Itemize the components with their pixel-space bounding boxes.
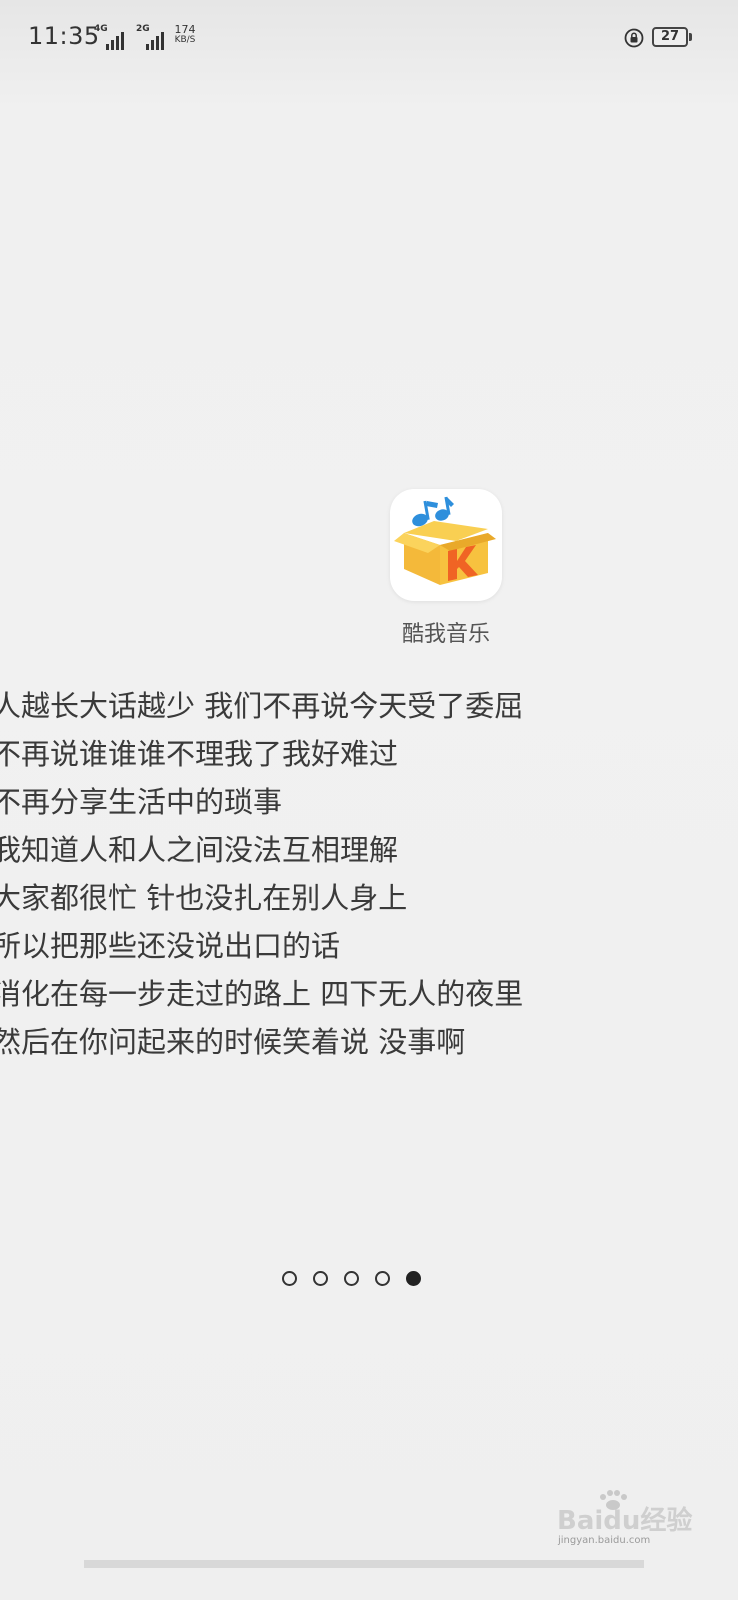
signal-4g-group: 4G — [94, 24, 130, 50]
kuwo-music-app-icon[interactable] — [390, 489, 502, 601]
signal-2g-group: 2G — [136, 24, 166, 50]
page-dot[interactable] — [375, 1271, 390, 1286]
battery-tip — [689, 33, 692, 41]
battery-icon: 27 — [652, 27, 688, 47]
signal-strength-icon — [106, 32, 124, 50]
lyric-line: 消化在每一步走过的路上 四下无人的夜里 — [0, 977, 524, 1011]
status-time: 11:35 — [28, 22, 100, 50]
battery-level: 27 — [660, 29, 680, 44]
network-speed-unit: KB/S — [174, 35, 196, 45]
page-dot[interactable] — [282, 1271, 297, 1286]
page-indicator — [282, 1271, 421, 1286]
signal-strength-icon — [146, 32, 164, 50]
lyric-line: 然后在你问起来的时候笑着说 没事啊 — [0, 1025, 466, 1059]
watermark-url: jingyan.baidu.com — [558, 1535, 651, 1546]
lyric-line: 我知道人和人之间没法互相理解 — [0, 833, 399, 867]
network-speed: 174 KB/S — [170, 24, 200, 46]
lyric-line: 所以把那些还没说出口的话 — [0, 929, 341, 963]
page-dot-active[interactable] — [406, 1271, 421, 1286]
app-name-label: 酷我音乐 — [401, 622, 490, 647]
watermark-brand: Baidu经验 — [557, 1505, 692, 1536]
bottom-edge-strip — [84, 1560, 644, 1568]
kuwo-logo-icon — [394, 496, 496, 585]
page-dot[interactable] — [313, 1271, 328, 1286]
network-speed-value: 174 — [174, 23, 196, 36]
lyric-line: 人越长大话越少 我们不再说今天受了委屈 — [0, 689, 524, 723]
page-dot[interactable] — [344, 1271, 359, 1286]
lyric-line: 大家都很忙 针也没扎在别人身上 — [0, 881, 408, 915]
status-bar: 11:35 4G 2G 174 KB/S 27 — [0, 0, 738, 80]
lyric-line: 不再分享生活中的琐事 — [0, 785, 283, 819]
rotation-lock-icon — [624, 28, 644, 48]
lyric-line: 不再说谁谁谁不理我了我好难过 — [0, 737, 399, 771]
